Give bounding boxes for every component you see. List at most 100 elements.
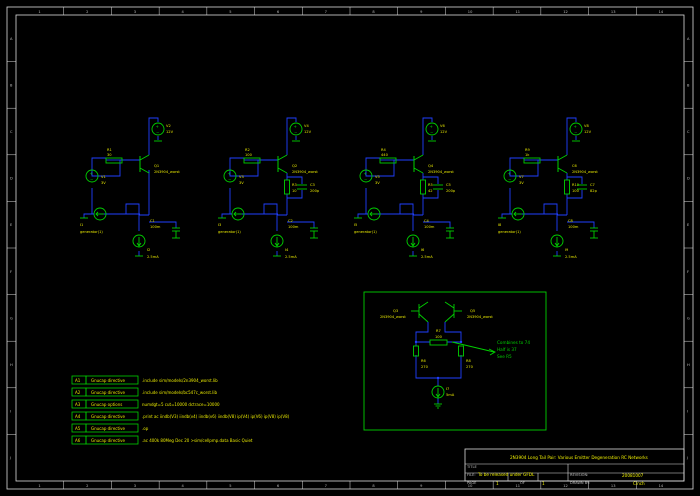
r6-value: 270 (421, 365, 429, 369)
ruler-row-left: I (10, 410, 11, 414)
ruler-col-bottom: 7 (325, 484, 327, 488)
note-line-1: Combines to 74 (497, 340, 530, 345)
bias-source-value: 2.5mA (565, 255, 577, 259)
directive-row: A5 Gnucap directive .op (71, 423, 149, 433)
generator-value: generator(1) (218, 230, 241, 234)
ruler-row-right: F (687, 270, 689, 274)
svg-text:−: − (90, 177, 93, 182)
resistor-r6-symbol[interactable] (413, 345, 419, 357)
transistor-ref: Q1 (154, 164, 159, 168)
generator-value: generator(1) (498, 230, 521, 234)
emitter-resistor-ref: R3 (292, 183, 297, 187)
generator-ref: I8 (498, 223, 502, 227)
ruler-col-bottom: 8 (372, 484, 375, 488)
directive-type-label: Gnucap options (91, 402, 122, 407)
capacitor-c1-symbol[interactable] (172, 227, 180, 232)
stage-2: +−V412VR2100Q22N3904_worst+− V33V R310C320… (218, 117, 320, 259)
emitter-resistor-value: 42 (428, 189, 433, 193)
resistor-r10-symbol[interactable] (564, 179, 570, 195)
directive-text[interactable]: .include sim/models/bc547c_worst.lib (142, 390, 217, 395)
ruler-col-top: 3 (134, 10, 136, 14)
note-line-2: Half is 37 (497, 347, 517, 352)
transistor-q4-symbol[interactable] (413, 154, 424, 174)
directive-text[interactable]: .op (142, 426, 149, 431)
voltage-source-v2-symbol[interactable]: +− (151, 122, 165, 136)
transistor-q2-symbol[interactable] (277, 154, 288, 174)
ruler-row-right: B (687, 83, 690, 87)
parallel-cap-ref: C3 (310, 183, 315, 187)
transistor-c6-symbol[interactable] (557, 154, 568, 174)
resistor-r8-symbol[interactable] (458, 345, 464, 357)
schematic-canvas: 11223344556677889910101111121213131414A A… (6, 6, 694, 490)
transistor-q1-symbol[interactable] (139, 154, 150, 174)
directive-text[interactable]: .print ac iindb(V3) iindb(v4) iindb(v6) … (142, 414, 290, 419)
vin-ref: V3 (239, 175, 244, 179)
directive-row: A6 Gnucap directive .ac 400k 80Meg Dec 20 … (71, 435, 253, 445)
of-value: 1 (542, 481, 545, 486)
file-value: To be released under GFDL (477, 472, 535, 477)
resistor-r3-symbol[interactable] (284, 179, 290, 195)
capacitor-c2-symbol[interactable] (310, 227, 318, 232)
capacitor-c8-symbol[interactable] (590, 227, 598, 232)
transistor-model: 2N3904_worst (428, 170, 454, 174)
voltage-source-v4-symbol[interactable]: +− (289, 122, 303, 136)
supply-ref: V4 (304, 124, 309, 128)
vin-value: 3V (239, 181, 244, 185)
voltage-source-v6-symbol[interactable]: +− (425, 122, 439, 136)
directive-row: A2 Gnucap directive .include sim/models/bc… (71, 387, 217, 397)
directive-type-label: Gnucap directive (91, 438, 126, 443)
svg-text:+: + (294, 124, 297, 129)
revision-label: REVISION: (570, 473, 588, 477)
base-resistor-ref: R1 (107, 148, 112, 152)
resistor-r7-symbol[interactable] (429, 339, 448, 346)
q3-ref: Q3 (393, 309, 398, 313)
supply-value: 12V (166, 130, 174, 134)
r8-value: 270 (466, 365, 474, 369)
current-source-i9-symbol[interactable] (550, 234, 564, 248)
simulation-directives: A1 Gnucap directive .include sim/models/2n… (71, 375, 290, 445)
bias-source-value: 2.5mA (285, 255, 297, 259)
resistor-r5-symbol[interactable] (420, 179, 426, 195)
generator-value: generator(1) (354, 230, 377, 234)
vin-value: 3V (375, 181, 380, 185)
title-label: TITLE (466, 465, 477, 469)
i7-value: 5mA (446, 393, 455, 397)
transistor-ref: Q2 (292, 164, 297, 168)
transistor-q5-symbol[interactable] (444, 301, 462, 323)
ruler-col-top: 14 (659, 10, 664, 14)
ruler-col-top: 4 (182, 10, 185, 14)
capacitor-c4-symbol[interactable] (446, 227, 454, 232)
emitter-resistor-value: 10 (292, 189, 297, 193)
transistor-ref: Q4 (428, 164, 434, 168)
supply-value: 12V (440, 130, 448, 134)
ruler-col-bottom: 13 (611, 484, 616, 488)
capacitor-c3-symbol[interactable] (297, 184, 307, 190)
current-source-i2-symbol[interactable] (132, 234, 146, 248)
base-resistor-value: 440 (381, 153, 389, 157)
coupling-cap-ref: C8 (568, 219, 574, 223)
ruler-col-bottom: 14 (659, 484, 664, 488)
parallel-cap-ref: C5 (446, 183, 451, 187)
current-source-i4-symbol[interactable] (270, 234, 284, 248)
vin-ref: V1 (101, 175, 106, 179)
coupling-cap-value: 100m (424, 225, 435, 229)
current-source-i6-symbol[interactable] (406, 234, 420, 248)
directive-id: A3 (75, 402, 81, 407)
capacitor-c5-symbol[interactable] (433, 184, 443, 190)
ruler-row-left: E (10, 223, 13, 227)
svg-text:+: + (364, 171, 367, 176)
coupling-cap-ref: C2 (288, 219, 293, 223)
transistor-q3-symbol[interactable] (411, 301, 429, 323)
circuit-stages: +−V212VR130Q12N3904_worst+− V13VC1100mI1g… (80, 117, 598, 259)
q3-model: 2N3904_worst (380, 315, 406, 319)
directive-text[interactable]: .include sim/models/2n3904_worst.lib (142, 378, 218, 383)
directive-text[interactable]: numdgt=5 cut=10000 dctrace=10000 (142, 402, 220, 407)
svg-text:−: − (228, 177, 231, 182)
voltage-source-v8-symbol[interactable]: +− (569, 122, 583, 136)
coupling-cap-ref: C1 (150, 219, 155, 223)
bias-source-ref: I6 (421, 248, 425, 252)
directive-id: A4 (75, 414, 81, 419)
directive-text[interactable]: .ac 400k 80Meg Dec 20 >sim/cellpmp.data … (142, 438, 253, 443)
q5-ref: Q5 (470, 309, 475, 313)
current-source-i7-symbol[interactable] (431, 385, 445, 399)
